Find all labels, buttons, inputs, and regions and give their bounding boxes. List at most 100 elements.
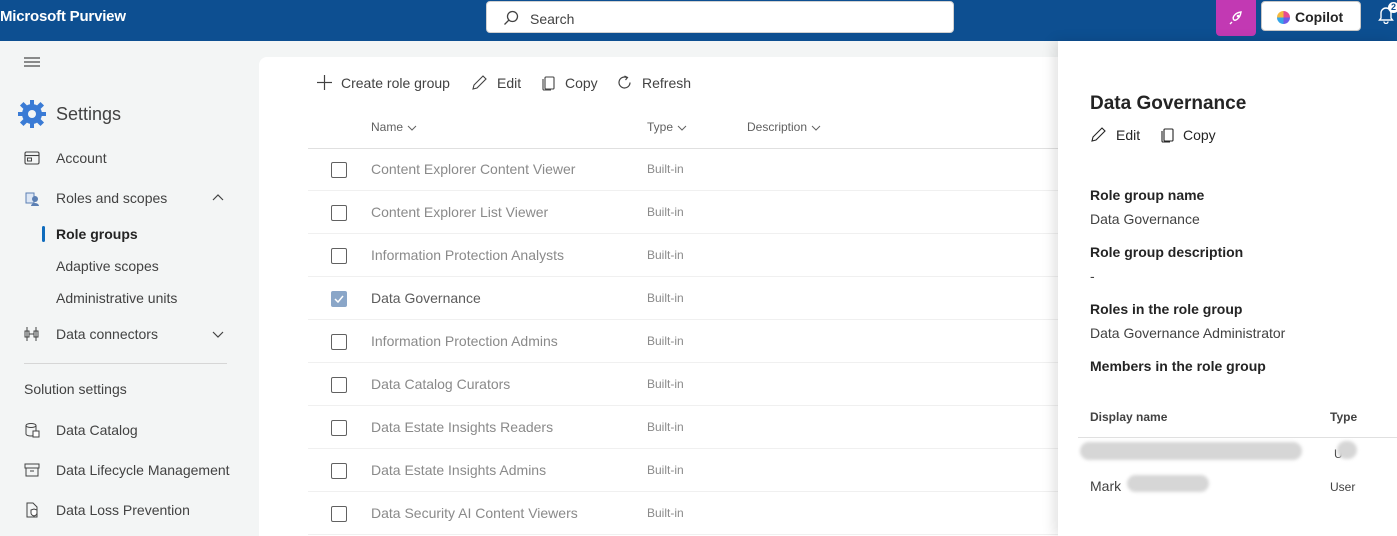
member-type: User [1330, 480, 1356, 494]
row-type: Built-in [647, 377, 684, 391]
row-name: Content Explorer Content Viewer [371, 161, 576, 177]
panel-copy-label: Copy [1183, 127, 1216, 143]
search-icon [504, 10, 519, 25]
column-type-label: Type [647, 120, 674, 134]
nav-label-roles-and-scopes: Roles and scopes [56, 190, 168, 206]
rocket-icon [1229, 11, 1242, 25]
row-checkbox[interactable] [331, 463, 347, 479]
top-bar: Microsoft Purview Search Copilot 2 [0, 0, 1397, 41]
connectors-icon [24, 327, 39, 341]
roles-label: Roles in the role group [1090, 301, 1243, 317]
table-row[interactable]: Data Estate Insights Readers Built-in [308, 406, 1079, 449]
members-column-display-name[interactable]: Display name [1090, 410, 1167, 424]
role-group-name-label: Role group name [1090, 187, 1205, 203]
copilot-icon [1277, 11, 1290, 24]
app-title[interactable]: Microsoft Purview [0, 8, 126, 25]
row-name: Content Explorer List Viewer [371, 204, 549, 220]
role-group-description-value: - [1090, 268, 1095, 284]
member-name: Mark [1090, 478, 1122, 494]
row-checkbox[interactable] [331, 506, 347, 522]
create-role-group-label: Create role group [341, 75, 450, 91]
row-type: Built-in [647, 291, 684, 305]
row-name: Data Estate Insights Admins [371, 462, 547, 478]
nav-item-role-groups[interactable]: Role groups [56, 226, 138, 242]
table-row[interactable]: Data Security AI Content Viewers Built-in [308, 492, 1079, 535]
row-name: Information Protection Analysts [371, 247, 564, 263]
edit-label: Edit [497, 75, 522, 91]
data-catalog-icon [25, 423, 40, 438]
gear-icon [18, 100, 46, 128]
table-row-selected[interactable]: Data Governance Built-in [308, 277, 1079, 320]
pencil-icon [472, 75, 487, 90]
row-checkbox[interactable] [331, 377, 347, 393]
table-row[interactable]: Information Protection Admins Built-in [308, 320, 1079, 363]
copy-icon [542, 76, 555, 91]
row-type: Built-in [647, 248, 684, 262]
nav-item-adaptive-scopes[interactable]: Adaptive scopes [56, 258, 159, 274]
table-row[interactable]: Content Explorer List Viewer Built-in [308, 191, 1079, 234]
nav-label-data-lifecycle-management: Data Lifecycle Management [56, 462, 230, 478]
nav-item-administrative-units[interactable]: Administrative units [56, 290, 177, 306]
nav-divider [24, 363, 227, 364]
nav-label-data-connectors: Data connectors [56, 326, 158, 342]
row-checkbox[interactable] [331, 162, 347, 178]
row-checkbox[interactable] [331, 205, 347, 221]
table-row[interactable]: Data Catalog Curators Built-in [308, 363, 1079, 406]
row-type: Built-in [647, 205, 684, 219]
search-placeholder[interactable]: Search [530, 11, 574, 27]
members-label: Members in the role group [1090, 358, 1266, 374]
row-checkbox[interactable] [331, 248, 347, 264]
row-name: Data Catalog Curators [371, 376, 511, 392]
row-name: Data Estate Insights Readers [371, 419, 554, 435]
redacted-name [1080, 442, 1302, 460]
row-checkbox[interactable] [331, 420, 347, 436]
nav-label-data-catalog: Data Catalog [56, 422, 138, 438]
document-shield-icon [26, 502, 38, 518]
row-checkbox-checked[interactable] [331, 291, 347, 307]
chevron-down-icon [407, 125, 417, 131]
row-type: Built-in [647, 463, 684, 477]
row-checkbox[interactable] [331, 334, 347, 350]
table-row[interactable]: Content Explorer Content Viewer Built-in [308, 148, 1079, 191]
chevron-down-icon[interactable] [212, 331, 224, 339]
column-header-name[interactable]: Name [371, 120, 417, 134]
chevron-up-icon[interactable] [212, 193, 224, 201]
left-nav: Settings Account Roles and scopes Role g… [0, 41, 258, 536]
role-group-description-label: Role group description [1090, 244, 1244, 260]
hamburger-icon[interactable] [24, 56, 40, 68]
members-header-divider [1078, 437, 1397, 438]
role-groups-list: Create role group Edit Copy Refresh Name… [259, 57, 1079, 536]
chevron-down-icon [677, 125, 687, 131]
settings-title: Settings [56, 104, 122, 124]
panel-title: Data Governance [1090, 93, 1247, 114]
nav-label-account: Account [56, 150, 107, 166]
role-group-name-value: Data Governance [1090, 211, 1200, 227]
table-row[interactable]: Data Estate Insights Admins Built-in [308, 449, 1079, 492]
row-type: Built-in [647, 162, 684, 176]
row-type: Built-in [647, 420, 684, 434]
add-icon [317, 75, 332, 90]
copilot-label: Copilot [1295, 9, 1344, 25]
roles-value: Data Governance Administrator [1090, 325, 1286, 341]
row-name: Data Security AI Content Viewers [371, 505, 578, 521]
panel-edit-label: Edit [1116, 127, 1141, 143]
solution-settings-heading: Solution settings [24, 381, 127, 397]
row-type: Built-in [647, 506, 684, 520]
checkmark-icon [334, 295, 344, 304]
row-name: Data Governance [371, 290, 481, 306]
members-column-type[interactable]: Type [1330, 410, 1357, 424]
copy-label: Copy [565, 75, 598, 91]
redacted-surname [1127, 475, 1209, 492]
column-header-type[interactable]: Type [647, 120, 687, 134]
copilot-button[interactable]: Copilot [1261, 1, 1361, 31]
archive-icon [24, 463, 40, 477]
table-row[interactable]: Information Protection Analysts Built-in [308, 234, 1079, 277]
pencil-icon [1091, 127, 1106, 142]
search-box[interactable]: Search [486, 1, 954, 33]
column-header-description[interactable]: Description [747, 120, 821, 134]
pin-copilot-button[interactable] [1216, 0, 1256, 36]
roles-icon [25, 192, 39, 206]
details-panel: Data Governance Edit Copy Role group nam… [1058, 41, 1397, 536]
column-name-label: Name [371, 120, 404, 134]
nav-label-data-loss-prevention: Data Loss Prevention [56, 502, 190, 518]
